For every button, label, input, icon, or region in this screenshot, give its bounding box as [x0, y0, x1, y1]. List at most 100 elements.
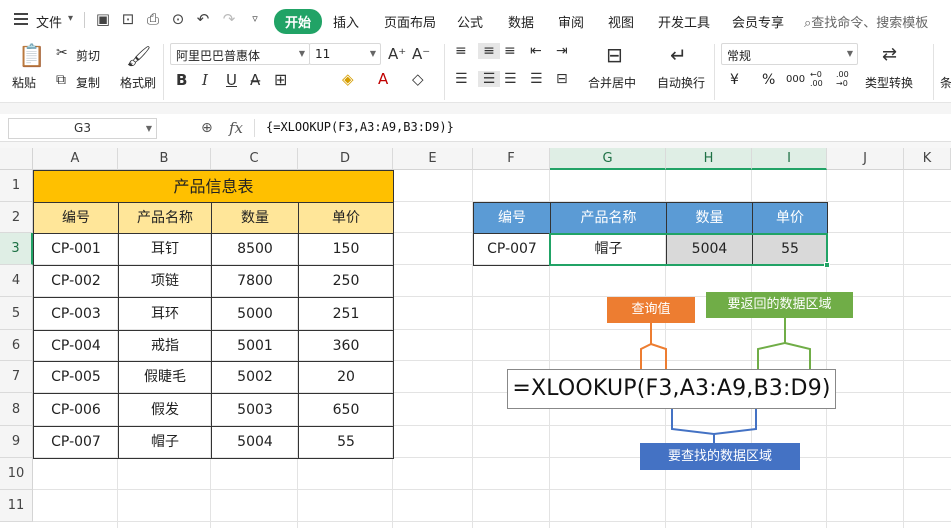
increase-decimal-button[interactable]: ←0 .00 — [810, 70, 830, 88]
border-icon[interactable]: ⊞ — [274, 70, 287, 89]
fx-icon[interactable]: fx — [229, 119, 243, 137]
table-header-cell[interactable]: 单价 — [298, 202, 394, 234]
table-cell[interactable]: CP-006 — [33, 393, 119, 427]
underline-icon[interactable]: U — [226, 71, 237, 89]
paste-button[interactable]: 粘贴 — [12, 74, 36, 91]
tab-data[interactable]: 数据 — [508, 12, 534, 31]
number-format-select[interactable]: 常规 ▼ — [721, 43, 858, 65]
table-cell[interactable]: 650 — [298, 393, 394, 427]
tab-page-layout[interactable]: 页面布局 — [384, 12, 436, 31]
table-cell[interactable]: 251 — [298, 297, 394, 331]
align-left-icon[interactable]: ☰ — [455, 71, 468, 87]
indent-increase-icon[interactable]: ⇥ — [556, 43, 568, 59]
column-header-j[interactable]: J — [827, 148, 904, 170]
table-cell[interactable]: 耳钉 — [118, 233, 212, 266]
lookup-result-cell[interactable]: 5004 — [666, 233, 753, 266]
merge-center-button[interactable]: 合并居中 — [588, 74, 636, 91]
search-box[interactable]: ⌕查找命令、搜索模板 — [804, 12, 928, 31]
table-header-cell[interactable]: 产品名称 — [118, 202, 212, 234]
cut-button[interactable]: 剪切 — [76, 47, 100, 64]
column-header-f[interactable]: F — [473, 148, 550, 170]
column-header-k[interactable]: K — [904, 148, 951, 170]
increase-font-icon[interactable]: A⁺ — [388, 45, 406, 63]
print-preview-icon[interactable]: ⊙ — [169, 10, 187, 28]
table-cell[interactable]: CP-004 — [33, 330, 119, 362]
row-header-4[interactable]: 4 — [0, 265, 33, 297]
table-cell[interactable]: 5004 — [211, 426, 299, 459]
tab-review[interactable]: 审阅 — [558, 12, 584, 31]
table-cell[interactable]: 项链 — [118, 265, 212, 298]
table-cell[interactable]: CP-007 — [33, 426, 119, 459]
row-header-3[interactable]: 3 — [0, 233, 33, 265]
lookup-header-cell[interactable]: 单价 — [752, 202, 828, 234]
row-header-9[interactable]: 9 — [0, 426, 33, 458]
percent-button[interactable]: % — [762, 72, 775, 88]
table-header-cell[interactable]: 数量 — [211, 202, 299, 234]
row-header-2[interactable]: 2 — [0, 202, 33, 233]
column-header-d[interactable]: D — [298, 148, 393, 170]
row-header-1[interactable]: 1 — [0, 170, 33, 202]
table-cell[interactable]: 7800 — [211, 265, 299, 298]
bold-icon[interactable]: B — [176, 71, 187, 89]
lookup-header-cell[interactable]: 数量 — [666, 202, 753, 234]
redo-icon[interactable]: ↷ — [220, 10, 238, 28]
justify-icon[interactable]: ☰ — [530, 71, 543, 87]
save-icon[interactable]: ▣ — [94, 10, 112, 28]
table-cell[interactable]: 帽子 — [118, 426, 212, 459]
row-header-11[interactable]: 11 — [0, 490, 33, 522]
fill-color-icon[interactable]: ◈ — [342, 70, 354, 88]
lookup-result-cell[interactable]: 帽子 — [550, 233, 667, 266]
tab-member[interactable]: 会员专享 — [732, 12, 784, 31]
table-cell[interactable]: CP-003 — [33, 297, 119, 331]
copy-icon[interactable]: ⧉ — [56, 72, 66, 88]
menu-icon[interactable] — [14, 13, 28, 25]
clear-format-icon[interactable]: ◇ — [412, 70, 424, 88]
strikethrough-icon[interactable]: A̶ — [250, 71, 260, 89]
row-header-6[interactable]: 6 — [0, 330, 33, 361]
formula-input[interactable]: {=XLOOKUP(F3,A3:A9,B3:D9)} — [266, 120, 454, 134]
column-header-b[interactable]: B — [118, 148, 211, 170]
align-center-icon[interactable]: ☰ — [478, 71, 500, 87]
font-color-icon[interactable]: A — [378, 70, 388, 88]
font-size-select[interactable]: 11 ▼ — [309, 43, 381, 65]
table-cell[interactable]: 戒指 — [118, 330, 212, 362]
table-cell[interactable]: CP-002 — [33, 265, 119, 298]
scissors-icon[interactable]: ✂ — [56, 45, 68, 61]
lookup-result-cell[interactable]: 55 — [752, 233, 828, 266]
tab-formulas[interactable]: 公式 — [457, 12, 483, 31]
table-cell[interactable]: 假睫毛 — [118, 361, 212, 394]
decrease-font-icon[interactable]: A⁻ — [412, 45, 430, 63]
chevron-down-icon[interactable]: ▾ — [68, 13, 73, 24]
align-middle-icon[interactable]: ≡ — [478, 43, 500, 59]
type-convert-button[interactable]: 类型转换 — [865, 74, 913, 91]
table-title[interactable]: 产品信息表 — [33, 170, 394, 203]
table-cell[interactable]: 150 — [298, 233, 394, 266]
table-cell[interactable]: CP-005 — [33, 361, 119, 394]
column-header-g[interactable]: G — [550, 148, 666, 170]
distribute-icon[interactable]: ⊟ — [556, 71, 568, 87]
align-right-icon[interactable]: ☰ — [504, 71, 517, 87]
column-header-i[interactable]: I — [752, 148, 827, 170]
table-header-cell[interactable]: 编号 — [33, 202, 119, 234]
zoom-icon[interactable]: ⊕ — [201, 120, 213, 136]
copy-button[interactable]: 复制 — [76, 74, 100, 91]
format-painter-button[interactable]: 格式刷 — [120, 74, 156, 91]
indent-decrease-icon[interactable]: ⇤ — [530, 43, 542, 59]
table-cell[interactable]: CP-001 — [33, 233, 119, 266]
decrease-decimal-button[interactable]: .00 →0 — [836, 70, 856, 88]
type-convert-icon[interactable]: ⇄ — [882, 44, 897, 65]
italic-icon[interactable]: I — [202, 71, 208, 89]
select-all-corner[interactable] — [0, 148, 33, 170]
table-cell[interactable]: 5000 — [211, 297, 299, 331]
table-cell[interactable]: 360 — [298, 330, 394, 362]
table-cell[interactable]: 5002 — [211, 361, 299, 394]
table-cell[interactable]: 5003 — [211, 393, 299, 427]
tab-view[interactable]: 视图 — [608, 12, 634, 31]
table-cell[interactable]: 假发 — [118, 393, 212, 427]
table-cell[interactable]: 20 — [298, 361, 394, 394]
table-cell[interactable]: 5001 — [211, 330, 299, 362]
tab-home[interactable]: 开始 — [274, 9, 323, 34]
column-header-c[interactable]: C — [211, 148, 298, 170]
row-header-7[interactable]: 7 — [0, 361, 33, 393]
format-painter-icon[interactable]: 🖌 — [126, 44, 151, 68]
